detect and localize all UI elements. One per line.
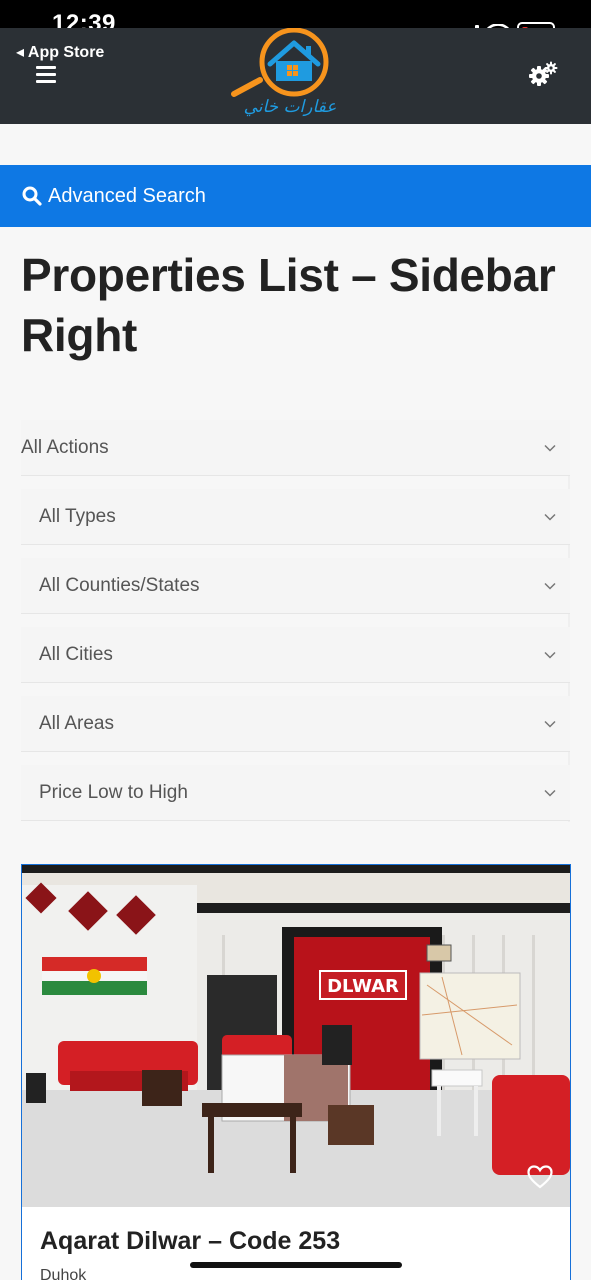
menu-icon[interactable] [36,66,56,84]
home-indicator [190,1262,402,1268]
filter-counties-select[interactable]: All Counties/States [21,558,570,614]
filter-cities-select[interactable]: All Cities [21,627,570,683]
chevron-down-icon [544,513,556,521]
filter-actions-label: All Actions [21,436,109,458]
property-location: Duhok [40,1267,87,1280]
status-bar: 12:39 [0,0,591,41]
app-header: ◂ App Store عقارات خاني [0,28,591,124]
chevron-down-icon [544,444,556,452]
chevron-down-icon [544,789,556,797]
filter-actions-select[interactable]: All Actions [21,420,570,476]
property-title[interactable]: Aqarat Dilwar – Code 253 [40,1227,340,1256]
property-card[interactable]: DLWAR Aqarat Dilwar – Code 253 Duhok [21,864,571,1280]
filter-types-label: All Types [39,505,116,527]
logo-text: عقارات خاني [244,97,337,117]
site-logo[interactable]: عقارات خاني [226,28,356,124]
filter-types-select[interactable]: All Types [21,489,570,545]
gear-icon[interactable] [528,60,558,88]
filter-panel-edge [568,420,570,822]
chevron-down-icon [544,651,556,659]
property-photo[interactable]: DLWAR [22,865,570,1207]
filter-areas-label: All Areas [39,712,114,734]
photo-sign-text: DLWAR [327,976,399,997]
advanced-search-button[interactable]: Advanced Search [0,165,591,227]
filter-counties-label: All Counties/States [39,574,200,596]
sort-order-label: Price Low to High [39,781,188,803]
app-store-back-link[interactable]: ◂ App Store [16,42,104,62]
chevron-down-icon [544,720,556,728]
search-icon [22,186,42,206]
heart-icon[interactable] [527,1165,553,1189]
page-title: Properties List – Sidebar Right [21,249,556,361]
sort-order-select[interactable]: Price Low to High [21,765,570,821]
filter-cities-label: All Cities [39,643,113,665]
filter-areas-select[interactable]: All Areas [21,696,570,752]
advanced-search-label: Advanced Search [48,184,206,207]
chevron-down-icon [544,582,556,590]
